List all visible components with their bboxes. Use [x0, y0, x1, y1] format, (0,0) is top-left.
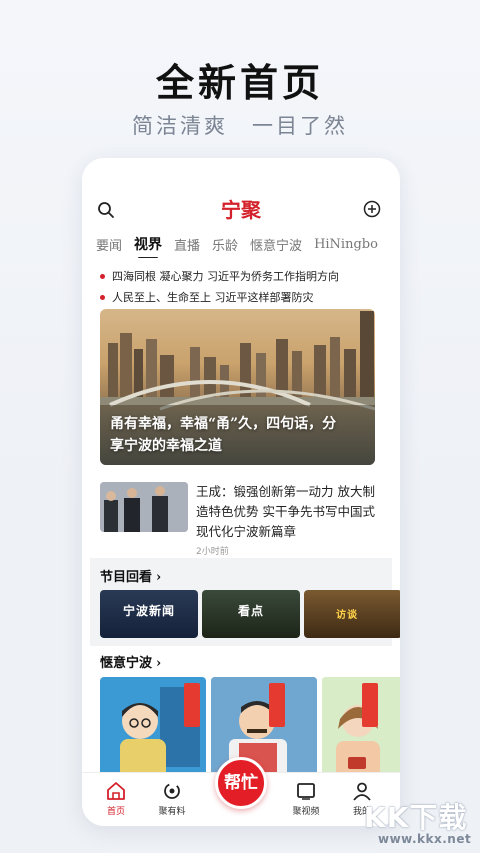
top-bar: 宁聚 — [82, 194, 400, 224]
comic-illustration — [322, 677, 400, 777]
tab-shijie[interactable]: 视界 — [134, 234, 162, 258]
program-label: 访谈 — [336, 610, 358, 621]
news-thumbnail — [100, 482, 188, 532]
promo-title: 全新首页 — [155, 60, 324, 105]
tab-zhibo[interactable]: 直播 — [174, 235, 200, 254]
comic-tag — [184, 683, 200, 727]
plus-circle-icon[interactable] — [362, 199, 382, 219]
watermark-logo: KK下载 — [364, 801, 468, 834]
tab-qieyi-ningbo[interactable]: 惬意宁波 — [250, 235, 302, 254]
programs-row: 宁波新闻 看点 访谈 — [100, 590, 400, 638]
bottom-navigation: 首页 聚有料 帮忙 聚视频 我的 — [82, 757, 400, 826]
leisure-title-text: 惬意宁波 — [100, 656, 153, 671]
comic-tag — [269, 683, 285, 727]
hero-caption-line: 甬有幸福，幸福“甬”久，四句话，分 — [110, 416, 337, 432]
chevron-right-icon: › — [156, 570, 162, 585]
headline-list: 四海同根 凝心聚力 习近平为侨务工作指明方向 人民至上、生命至上 习近平这样部署… — [100, 266, 390, 308]
nav-home-label: 首页 — [106, 807, 125, 817]
tab-yaowen[interactable]: 要闻 — [96, 235, 122, 254]
nav-video[interactable]: 聚视频 — [278, 781, 334, 817]
swirl-icon — [164, 783, 180, 799]
nav-tips-label: 聚有料 — [158, 807, 186, 817]
headline-text: 四海同根 凝心聚力 习近平为侨务工作指明方向 — [112, 270, 339, 283]
comic-card[interactable] — [100, 677, 206, 777]
hero-caption: 甬有幸福，幸福“甬”久，四句话，分 享宁波的幸福之道 — [110, 413, 367, 457]
program-card[interactable]: 宁波新闻 — [100, 590, 198, 638]
tab-hiningbo[interactable]: HiNingbo — [314, 237, 378, 252]
help-button[interactable]: 帮忙 — [215, 757, 267, 809]
headline-item[interactable]: 四海同根 凝心聚力 习近平为侨务工作指明方向 — [100, 266, 390, 287]
comic-card[interactable] — [322, 677, 400, 777]
news-list-item[interactable]: 王成：锻强创新第一动力 放大制造特色优势 实干争先书写中国式现代化宁波新篇章 2… — [100, 482, 385, 557]
program-card[interactable]: 访谈 — [304, 590, 400, 638]
news-title: 王成：锻强创新第一动力 放大制造特色优势 实干争先书写中国式现代化宁波新篇章 — [196, 484, 375, 539]
program-label: 看点 — [237, 604, 264, 618]
headline-item[interactable]: 人民至上、生命至上 习近平这样部署防灾 — [100, 287, 390, 308]
nav-video-label: 聚视频 — [292, 807, 320, 817]
nav-home[interactable]: 首页 — [88, 781, 144, 817]
video-screen-icon — [297, 783, 315, 800]
app-logo: 宁聚 — [221, 198, 261, 222]
headline-text: 人民至上、生命至上 习近平这样部署防灾 — [112, 291, 314, 304]
programs-title-text: 节目回看 — [100, 570, 153, 585]
hero-caption-line: 享宁波的幸福之道 — [110, 438, 222, 454]
news-timestamp: 2小时前 — [196, 547, 229, 557]
promo-subtitle: 简洁清爽 一目了然 — [132, 114, 348, 138]
nav-tips[interactable]: 聚有料 — [144, 781, 200, 817]
bullet-dot-icon — [100, 295, 105, 300]
program-card[interactable]: 看点 — [202, 590, 300, 638]
watermark: KK下载 www.kkx.net — [364, 796, 476, 848]
comic-tag — [362, 683, 378, 727]
bullet-dot-icon — [100, 274, 105, 279]
tab-leling[interactable]: 乐龄 — [212, 235, 238, 254]
leisure-section-title[interactable]: 惬意宁波 › — [100, 652, 161, 671]
home-icon — [107, 782, 125, 800]
phone-screen: 宁聚 要闻 视界 直播 乐龄 惬意宁波 HiNingbo 四海同根 凝心聚力 习… — [82, 158, 400, 826]
program-label: 宁波新闻 — [122, 604, 175, 618]
search-icon[interactable] — [96, 200, 116, 220]
watermark-url: www.kkx.net — [378, 832, 472, 846]
chevron-right-icon: › — [156, 656, 162, 671]
hero-banner[interactable]: 甬有幸福，幸福“甬”久，四句话，分 享宁波的幸福之道 — [100, 309, 375, 465]
programs-section-title[interactable]: 节目回看 › — [100, 566, 161, 585]
channel-tabs: 要闻 视界 直播 乐龄 惬意宁波 HiNingbo — [82, 230, 400, 258]
